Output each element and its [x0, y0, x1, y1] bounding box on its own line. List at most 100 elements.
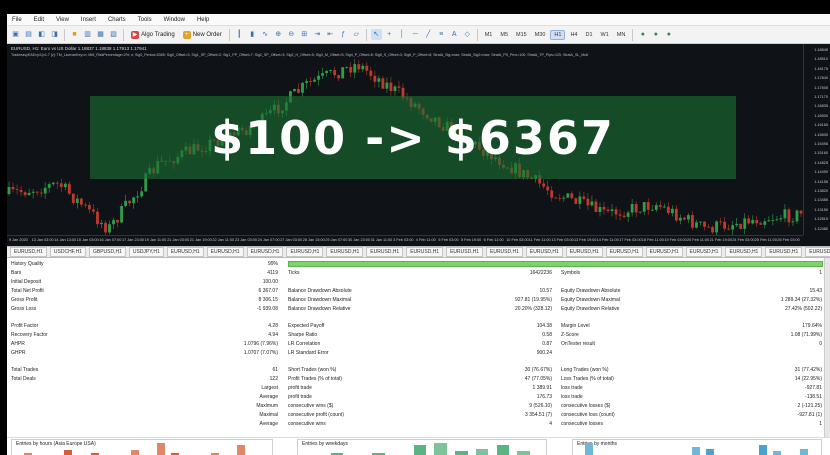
chart-tab[interactable]: EURUSD,H1 — [486, 247, 523, 257]
timeframe-h1[interactable]: H1 — [550, 29, 566, 40]
lr-std-error-value: 900.24 — [536, 350, 552, 356]
price-tick: 1.18175 — [814, 66, 828, 71]
new-order-button[interactable]: + New Order — [180, 28, 225, 41]
timeframe-m1[interactable]: M1 — [482, 31, 496, 39]
templates-icon[interactable]: ▱ — [351, 29, 362, 40]
chart-tab[interactable]: EURUSD,H1 — [565, 247, 603, 257]
candle-body — [51, 182, 55, 185]
timeframe-mn[interactable]: MN — [614, 31, 629, 39]
timeframe-m15[interactable]: M15 — [513, 31, 530, 39]
menu-help[interactable]: Help — [197, 17, 209, 23]
channel-icon[interactable]: ≡ — [436, 29, 447, 40]
chart-tab[interactable]: EURUSD,H1 — [206, 247, 244, 257]
chart-tab[interactable]: EURUSD,H1 — [446, 247, 483, 257]
market-icon[interactable]: ● — [663, 29, 674, 40]
timeframe-m5[interactable]: M5 — [497, 31, 511, 39]
chart-tab[interactable]: USDJPY,H1 — [128, 247, 164, 257]
menu-view[interactable]: View — [56, 17, 69, 23]
timeframe-m30[interactable]: M30 — [532, 31, 549, 39]
indicators-icon[interactable]: ƒ — [338, 29, 349, 40]
chart-tab[interactable]: EURUSD,H1 — [765, 247, 803, 257]
text-icon[interactable]: A — [449, 29, 460, 40]
candle-body — [747, 218, 751, 224]
chart-tab[interactable]: GBPUSD,H1 — [88, 247, 126, 257]
candle-body — [35, 191, 39, 193]
candle-body — [759, 223, 763, 225]
zoom-in-icon[interactable]: ⊕ — [273, 29, 284, 40]
time-tick: 4 Feb 11:00 — [415, 238, 436, 242]
balance-dd-rel-label: Balance Drawdown Relative — [288, 306, 351, 312]
chart-tab[interactable]: EURUSD,H1 — [685, 247, 723, 257]
candle-body — [381, 78, 385, 89]
terminal-icon[interactable]: ▧ — [108, 29, 119, 40]
line-chart-icon[interactable]: ∿ — [260, 29, 271, 40]
chart-tab[interactable]: EURUSD,H1 — [10, 247, 47, 257]
candlestick-icon[interactable]: ▮ — [247, 29, 258, 40]
tile-windows-icon[interactable]: ⊞ — [299, 29, 310, 40]
bar-chart-icon[interactable]: ┃ — [234, 29, 245, 40]
chart-tab[interactable]: EURUSD,H1 — [406, 247, 444, 257]
candle-body — [132, 197, 136, 204]
candle-body — [719, 221, 722, 223]
equity-dd-max-value: 1 289.34 (27.32%) — [780, 297, 822, 303]
screenshot-icon[interactable]: ● — [637, 29, 648, 40]
chart-shift-icon[interactable]: ⇤ — [325, 29, 336, 40]
menu-edit[interactable]: Edit — [34, 17, 44, 23]
chart-tab[interactable]: USDCHF,H1 — [49, 247, 86, 257]
horizontal-line-icon[interactable]: ─ — [410, 29, 421, 40]
chart-tab[interactable]: EURUSD,H1 — [605, 247, 643, 257]
candle-body — [341, 67, 345, 79]
time-tick: 6 Feb 11:00 — [483, 238, 504, 242]
crosshair-icon[interactable]: + — [384, 29, 395, 40]
chart-tab[interactable]: EURUSD,H1 — [645, 247, 683, 257]
z-score-label: Z-Score — [561, 332, 579, 338]
folder-icon[interactable]: ■ — [69, 29, 80, 40]
new-order-label: New Order — [192, 31, 222, 38]
short-trades-value: 30 (76.67%) — [524, 367, 552, 373]
timeframe-h4[interactable]: H4 — [567, 31, 580, 39]
profiles-icon[interactable]: ▤ — [23, 29, 34, 40]
menu-charts[interactable]: Charts — [108, 17, 126, 23]
new-chart-icon[interactable]: ▣ — [10, 29, 21, 40]
timeframe-w1[interactable]: W1 — [598, 31, 612, 39]
backtest-report: History Quality 99% Bars 4119 Ticks 1642… — [7, 258, 830, 437]
chart-tab[interactable]: EURUSD,H1 — [805, 247, 830, 257]
chart-tab[interactable]: EURUSD,H1 — [326, 247, 364, 257]
navigator-icon[interactable]: ◨ — [49, 29, 60, 40]
alerts-icon[interactable]: ● — [650, 29, 661, 40]
menu-insert[interactable]: Insert — [81, 17, 96, 23]
candle-body — [562, 197, 566, 199]
candle-body — [578, 196, 582, 204]
price-tick: 1.17505 — [814, 85, 828, 90]
trendline-icon[interactable]: ╱ — [423, 29, 434, 40]
shapes-icon[interactable]: ◇ — [462, 29, 473, 40]
candle-body — [112, 220, 115, 225]
strategy-tester-icon[interactable]: ▦ — [95, 29, 106, 40]
chart-tab[interactable]: EURUSD,H1 — [725, 247, 763, 257]
menu-file[interactable]: File — [12, 17, 22, 23]
candle-body — [63, 183, 67, 188]
vertical-line-icon[interactable]: │ — [397, 29, 408, 40]
max-consecutive-wins-value: 9 (526.10) — [529, 403, 552, 409]
candle-body — [634, 204, 638, 213]
autoscroll-icon[interactable]: ⇥ — [312, 29, 323, 40]
menu-tools[interactable]: Tools — [138, 17, 152, 23]
chart-tab[interactable]: EURUSD,H1 — [246, 247, 284, 257]
menu-window[interactable]: Window — [164, 17, 185, 23]
timeframe-d1[interactable]: D1 — [582, 31, 595, 39]
candle-body — [650, 209, 654, 211]
report-scrollbar[interactable] — [824, 258, 830, 437]
chart-tab[interactable]: EURUSD,H1 — [525, 247, 563, 257]
largest-profit-label: profit trade — [288, 385, 312, 391]
chart-tab[interactable]: EURUSD,H1 — [166, 247, 204, 257]
market-watch-icon[interactable]: ◧ — [36, 29, 47, 40]
chart-tab[interactable]: EURUSD,H1 — [366, 247, 404, 257]
data-window-icon[interactable]: ▥ — [82, 29, 93, 40]
cursor-icon[interactable]: ↖ — [370, 29, 382, 40]
zoom-out-icon[interactable]: ⊖ — [286, 29, 297, 40]
time-axis: 9 Jan 2020 13 Jan 03:00 14 Jan 13:00 15 Jan… — [7, 235, 803, 246]
algo-trading-button[interactable]: ▶ Algo Trading — [128, 28, 178, 41]
price-chart[interactable]: EURUSD, H1: Euro vs US Dollar 1.18837 1.… — [7, 44, 830, 246]
time-tick: 14 Jan 13:00 — [54, 238, 77, 242]
chart-tab[interactable]: EURUSD,H1 — [286, 247, 324, 257]
